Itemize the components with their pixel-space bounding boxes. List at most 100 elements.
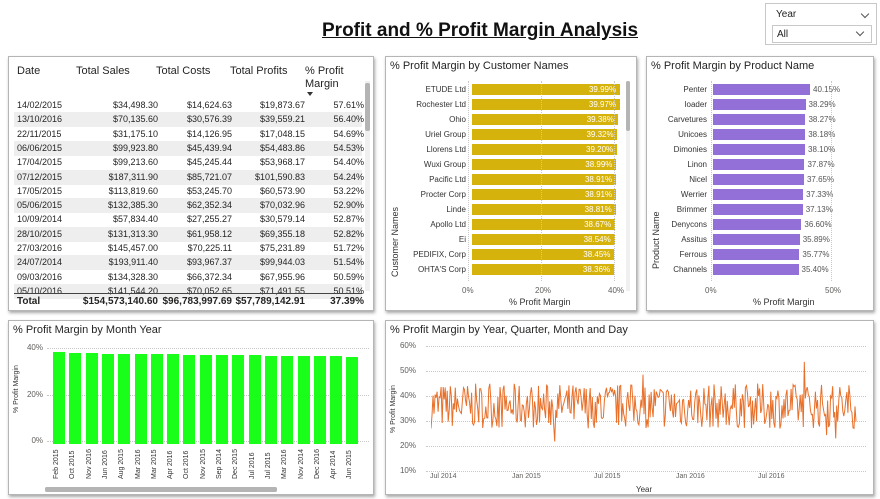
gridline [426, 471, 866, 472]
scrollbar-thumb[interactable] [626, 81, 630, 131]
bar[interactable] [713, 99, 806, 110]
table-cell: $34,498.30 [112, 100, 158, 110]
bar[interactable] [264, 355, 277, 444]
bar[interactable] [713, 189, 804, 200]
bar[interactable] [346, 356, 359, 444]
y-tick-label: 40% [399, 391, 416, 400]
chevron-down-icon[interactable] [860, 9, 870, 19]
table-row[interactable]: 14/02/2015 $34,498.30 $14,624.63 $19,873.67… [14, 98, 364, 113]
margin-line[interactable] [431, 361, 857, 442]
column-header-sales[interactable]: Total Sales [76, 65, 130, 77]
table-cell: 53.22% [333, 185, 364, 196]
bar[interactable] [183, 354, 196, 444]
table-cell: 51.72% [333, 243, 364, 253]
category-label: Penter [683, 85, 707, 94]
table-cell: $75,231.89 [259, 243, 305, 253]
table-row[interactable]: 27/03/2016 $145,457.00 $70,225.11 $75,231.8… [14, 241, 364, 256]
sort-desc-icon[interactable] [307, 92, 313, 96]
bar[interactable] [150, 354, 163, 444]
year-dropdown[interactable]: All [772, 25, 872, 43]
x-tick-label: Feb 2015 [53, 449, 60, 479]
chart-hscrollbar[interactable] [45, 487, 277, 492]
bar[interactable] [713, 84, 810, 95]
table-row[interactable]: 09/03/2016 $134,328.30 $66,372.34 $67,955.9… [14, 270, 364, 285]
bar[interactable] [313, 356, 326, 444]
table-row[interactable]: 13/10/2016 $70,135.60 $30,576.39 $39,559.21… [14, 112, 364, 128]
category-label: Wuxi Group [423, 160, 466, 169]
bar[interactable] [118, 353, 131, 444]
scrollbar-thumb[interactable] [365, 83, 370, 131]
bar[interactable] [53, 352, 65, 444]
table-cell: $19,873.67 [259, 100, 305, 110]
x-tick-label: Dec 2015 [232, 449, 240, 479]
bar[interactable] [713, 204, 803, 215]
bar[interactable] [232, 355, 245, 444]
data-label: 39.38% [586, 115, 614, 124]
bar[interactable] [199, 354, 212, 444]
bar[interactable] [101, 353, 114, 444]
y-tick-label: 30% [399, 416, 416, 425]
bar[interactable] [713, 264, 799, 275]
chart-scrollbar[interactable] [626, 81, 630, 291]
report-title: Profit and % Profit Margin Analysis [322, 20, 639, 41]
bar[interactable] [216, 355, 228, 444]
bar[interactable] [713, 174, 804, 185]
y-tick-label: 20% [399, 441, 416, 450]
scrollbar-thumb[interactable] [45, 487, 277, 492]
table-cell: 54.53% [333, 142, 364, 153]
data-label: 39.97% [588, 100, 617, 109]
column-header-margin[interactable]: % Profit Margin [305, 65, 349, 91]
x-axis-title: % Profit Margin [509, 297, 571, 307]
bar[interactable] [134, 353, 147, 444]
table-row[interactable]: 22/11/2015 $31,175.10 $14,126.95 $17,048.15… [14, 127, 364, 142]
table-row[interactable]: 28/10/2015 $131,313.30 $61,958.12 $69,355.1… [14, 226, 364, 242]
table-row[interactable]: 06/06/2015 $99,923.80 $45,439.94 $54,483.86… [14, 140, 364, 156]
table-row[interactable]: 05/06/2015 $132,385.30 $62,352.34 $70,032.9… [14, 198, 364, 214]
category-label: Channels [673, 265, 707, 274]
bar[interactable] [713, 219, 802, 230]
category-label: Dimonies [673, 145, 707, 154]
table-row[interactable]: 10/09/2014 $57,834.40 $27,255.27 $30,579.14… [14, 212, 364, 227]
year-slicer[interactable]: Year All [765, 3, 877, 45]
bar[interactable] [167, 354, 180, 444]
total-cell: $154,573,140.60 [82, 296, 158, 307]
x-tick-label: Jun 2016 [101, 450, 109, 479]
table-row[interactable]: 17/04/2015 $99,213.60 $45,245.44 $53,968.17… [14, 155, 364, 170]
data-label: 40.15% [813, 85, 841, 94]
y-tick-label: 40% [26, 343, 43, 352]
x-tick-label: Nov 2014 [297, 449, 305, 479]
table-cell: 50.59% [333, 271, 364, 282]
data-label: 39.99% [588, 85, 617, 94]
bar[interactable] [281, 355, 294, 444]
bar[interactable] [85, 353, 98, 444]
x-tick-label: Jul 2015 [264, 452, 272, 479]
column-header-costs[interactable]: Total Costs [156, 65, 210, 77]
x-tick-label: Sep 2014 [216, 449, 223, 479]
column-header-date[interactable]: Date [17, 65, 40, 77]
table-scrollbar[interactable] [365, 81, 370, 291]
slicer-value: All [777, 29, 789, 40]
bar[interactable] [713, 114, 806, 125]
chevron-down-icon[interactable] [855, 27, 865, 37]
bar[interactable] [297, 355, 310, 444]
x-axis-title: % Profit Margin [753, 297, 815, 307]
x-tick-label: Nov 2016 [85, 449, 93, 479]
x-tick-label: Nov 2015 [199, 449, 207, 479]
bar[interactable] [69, 352, 82, 444]
gridline [426, 346, 866, 347]
data-label: 37.33% [806, 190, 834, 199]
bar[interactable] [248, 355, 261, 444]
bar[interactable] [330, 356, 343, 444]
table-row[interactable]: 17/05/2015 $113,819.60 $53,245.70 $60,573.9… [14, 184, 364, 199]
column-header-profits[interactable]: Total Profits [230, 65, 287, 77]
x-axis-title: Year [636, 485, 653, 494]
table-cell: $31,175.10 [112, 128, 158, 139]
table-row[interactable]: 24/07/2014 $193,911.40 $93,967.37 $99,944.0… [14, 255, 364, 271]
line-series[interactable] [431, 351, 861, 461]
bar[interactable] [713, 144, 806, 155]
bar[interactable] [713, 234, 800, 245]
bar[interactable] [713, 249, 800, 260]
table-row[interactable]: 07/12/2015 $187,311.90 $85,721.07 $101,590.… [14, 169, 364, 185]
bar[interactable] [713, 129, 806, 140]
bar[interactable] [713, 159, 805, 170]
